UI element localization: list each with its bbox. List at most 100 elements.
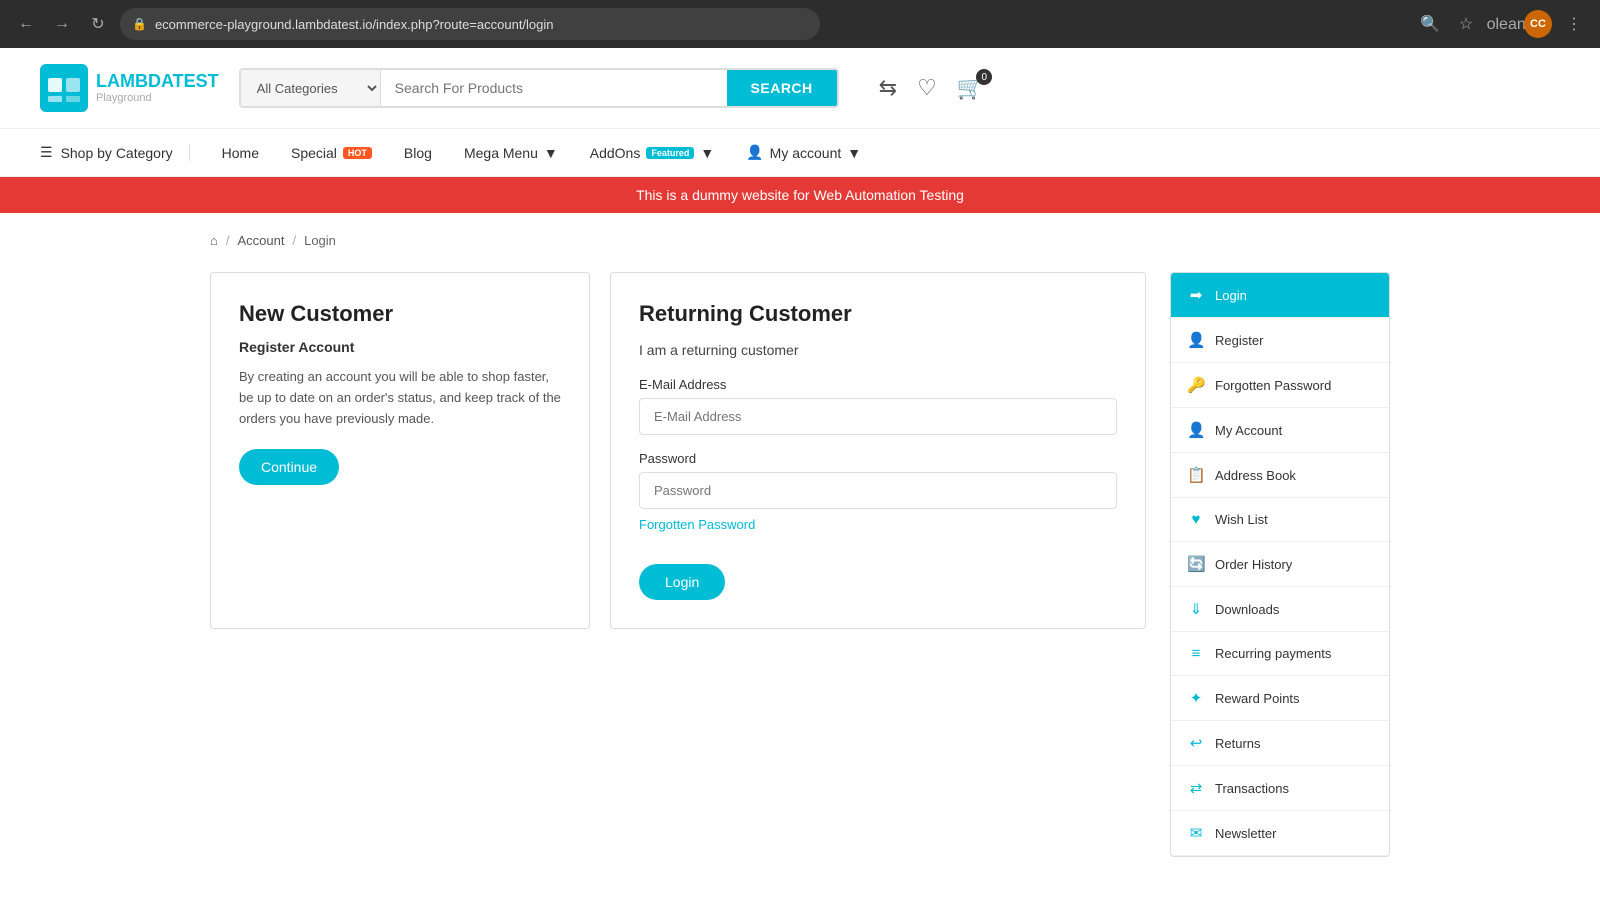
addons-chevron: ▼ bbox=[700, 145, 714, 161]
address-bar[interactable]: 🔒 ecommerce-playground.lambdatest.io/ind… bbox=[120, 8, 820, 40]
search-browser-btn[interactable]: 🔍 bbox=[1416, 10, 1444, 38]
new-customer-title: New Customer bbox=[239, 301, 561, 327]
continue-button[interactable]: Continue bbox=[239, 449, 339, 485]
nav-blog[interactable]: Blog bbox=[388, 129, 448, 177]
site-wrapper: LAMBDATEST Playground All Categories SEA… bbox=[0, 48, 1600, 897]
sidebar-item-transactions[interactable]: ⇄ Transactions bbox=[1171, 766, 1389, 811]
content-area: New Customer Register Account By creatin… bbox=[210, 272, 1146, 629]
nav-special[interactable]: Special Hot bbox=[275, 129, 388, 177]
sidebar-item-returns[interactable]: ↩ Returns bbox=[1171, 721, 1389, 766]
register-account-subtitle: Register Account bbox=[239, 339, 561, 355]
email-form-group: E-Mail Address bbox=[639, 377, 1117, 435]
sidebar-order-history-label: Order History bbox=[1215, 557, 1292, 572]
menu-btn[interactable]: ⋮ bbox=[1560, 10, 1588, 38]
transfer-icon: ⇆ bbox=[879, 75, 897, 101]
sidebar-item-reward-points[interactable]: ✦ Reward Points bbox=[1171, 676, 1389, 721]
sidebar-forgotten-label: Forgotten Password bbox=[1215, 378, 1331, 393]
logo-link[interactable]: LAMBDATEST Playground bbox=[40, 64, 219, 112]
sidebar-item-wish-list[interactable]: ♥ Wish List bbox=[1171, 498, 1389, 542]
back-button[interactable]: ← bbox=[12, 10, 40, 38]
sidebar-address-label: Address Book bbox=[1215, 468, 1296, 483]
shop-by-category[interactable]: ☰ Shop by Category bbox=[40, 144, 190, 161]
sidebar-item-newsletter[interactable]: ✉ Newsletter bbox=[1171, 811, 1389, 856]
extensions-btn[interactable]: olean; bbox=[1488, 10, 1516, 38]
address-book-icon: 📋 bbox=[1187, 466, 1205, 484]
breadcrumb-home-link[interactable]: ⌂ bbox=[210, 233, 218, 248]
account-sidebar: ➡ Login 👤 Register 🔑 Forgotten Password … bbox=[1170, 272, 1390, 857]
recurring-icon: ≡ bbox=[1187, 645, 1205, 662]
returning-subtitle: I am a returning customer bbox=[639, 339, 1117, 361]
newsletter-icon: ✉ bbox=[1187, 824, 1205, 842]
nav-addons[interactable]: AddOns Featured ▼ bbox=[574, 129, 730, 177]
site-header: LAMBDATEST Playground All Categories SEA… bbox=[0, 48, 1600, 129]
forward-button[interactable]: → bbox=[48, 10, 76, 38]
sidebar-recurring-label: Recurring payments bbox=[1215, 646, 1331, 661]
category-select[interactable]: All Categories bbox=[241, 70, 381, 106]
search-button[interactable]: SEARCH bbox=[727, 70, 837, 106]
login-button[interactable]: Login bbox=[639, 564, 725, 600]
sidebar-item-register[interactable]: 👤 Register bbox=[1171, 318, 1389, 363]
wishlist-icon-btn[interactable]: ♡ bbox=[917, 75, 937, 101]
sidebar-downloads-label: Downloads bbox=[1215, 602, 1279, 617]
hot-badge: Hot bbox=[343, 147, 372, 159]
breadcrumb-account-link[interactable]: Account bbox=[237, 233, 284, 248]
email-input[interactable] bbox=[639, 398, 1117, 435]
cart-icon-btn[interactable]: 🛒 0 bbox=[957, 75, 984, 101]
main-nav: ☰ Shop by Category Home Special Hot Blog… bbox=[0, 129, 1600, 177]
nav-mega-menu[interactable]: Mega Menu ▼ bbox=[448, 129, 574, 177]
sidebar-item-my-account[interactable]: 👤 My Account bbox=[1171, 408, 1389, 453]
password-label: Password bbox=[639, 451, 1117, 466]
sidebar-wish-list-label: Wish List bbox=[1215, 512, 1268, 527]
breadcrumb-sep1: / bbox=[226, 233, 230, 248]
sidebar-item-login[interactable]: ➡ Login bbox=[1171, 273, 1389, 318]
breadcrumb-sep2: / bbox=[292, 233, 296, 248]
nav-mega-menu-label: Mega Menu bbox=[464, 145, 538, 161]
breadcrumb: ⌂ / Account / Login bbox=[210, 233, 1390, 248]
search-input[interactable] bbox=[381, 70, 727, 106]
sidebar-item-downloads[interactable]: ⇓ Downloads bbox=[1171, 587, 1389, 632]
sidebar-transactions-label: Transactions bbox=[1215, 781, 1289, 796]
new-customer-description: By creating an account you will be able … bbox=[239, 367, 561, 429]
forgotten-password-link[interactable]: Forgotten Password bbox=[639, 517, 1117, 532]
header-icons: ⇆ ♡ 🛒 0 bbox=[879, 75, 985, 101]
sidebar-newsletter-label: Newsletter bbox=[1215, 826, 1276, 841]
sidebar-item-address-book[interactable]: 📋 Address Book bbox=[1171, 453, 1389, 498]
reload-button[interactable]: ↻ bbox=[84, 10, 112, 38]
breadcrumb-account: Account bbox=[237, 233, 284, 248]
transfer-icon-btn[interactable]: ⇆ bbox=[879, 75, 897, 101]
sidebar-item-recurring-payments[interactable]: ≡ Recurring payments bbox=[1171, 632, 1389, 676]
sidebar-reward-label: Reward Points bbox=[1215, 691, 1300, 706]
nav-blog-label: Blog bbox=[404, 145, 432, 161]
sidebar-my-account-label: My Account bbox=[1215, 423, 1282, 438]
reward-icon: ✦ bbox=[1187, 689, 1205, 707]
nav-addons-label: AddOns bbox=[590, 145, 641, 161]
downloads-icon: ⇓ bbox=[1187, 600, 1205, 618]
shop-by-label: Shop by Category bbox=[61, 145, 173, 161]
returning-customer-title: Returning Customer bbox=[639, 301, 1117, 327]
person-icon: 👤 bbox=[746, 144, 763, 161]
sidebar-item-forgotten-password[interactable]: 🔑 Forgotten Password bbox=[1171, 363, 1389, 408]
main-layout: New Customer Register Account By creatin… bbox=[210, 272, 1390, 857]
profile-avatar[interactable]: CC bbox=[1524, 10, 1552, 38]
page-content: ⌂ / Account / Login New Customer Registe… bbox=[170, 213, 1430, 897]
nav-home-label: Home bbox=[222, 145, 259, 161]
account-chevron: ▼ bbox=[847, 145, 861, 161]
register-icon: 👤 bbox=[1187, 331, 1205, 349]
heart-icon: ♡ bbox=[917, 75, 937, 101]
password-input[interactable] bbox=[639, 472, 1117, 509]
sidebar-returns-label: Returns bbox=[1215, 736, 1261, 751]
mega-menu-chevron: ▼ bbox=[544, 145, 558, 161]
nav-home[interactable]: Home bbox=[206, 129, 275, 177]
returning-customer-card: Returning Customer I am a returning cust… bbox=[610, 272, 1146, 629]
sidebar-item-order-history[interactable]: 🔄 Order History bbox=[1171, 542, 1389, 587]
sidebar-login-label: Login bbox=[1215, 288, 1247, 303]
returns-icon: ↩ bbox=[1187, 734, 1205, 752]
featured-badge: Featured bbox=[646, 147, 694, 159]
logo-icon bbox=[40, 64, 88, 112]
nav-account-label: My account bbox=[770, 145, 842, 161]
nav-my-account[interactable]: 👤 My account ▼ bbox=[730, 129, 877, 177]
logo-sub: Playground bbox=[96, 92, 219, 104]
nav-special-label: Special bbox=[291, 145, 337, 161]
login-icon: ➡ bbox=[1187, 286, 1205, 304]
url-text: ecommerce-playground.lambdatest.io/index… bbox=[155, 17, 554, 32]
